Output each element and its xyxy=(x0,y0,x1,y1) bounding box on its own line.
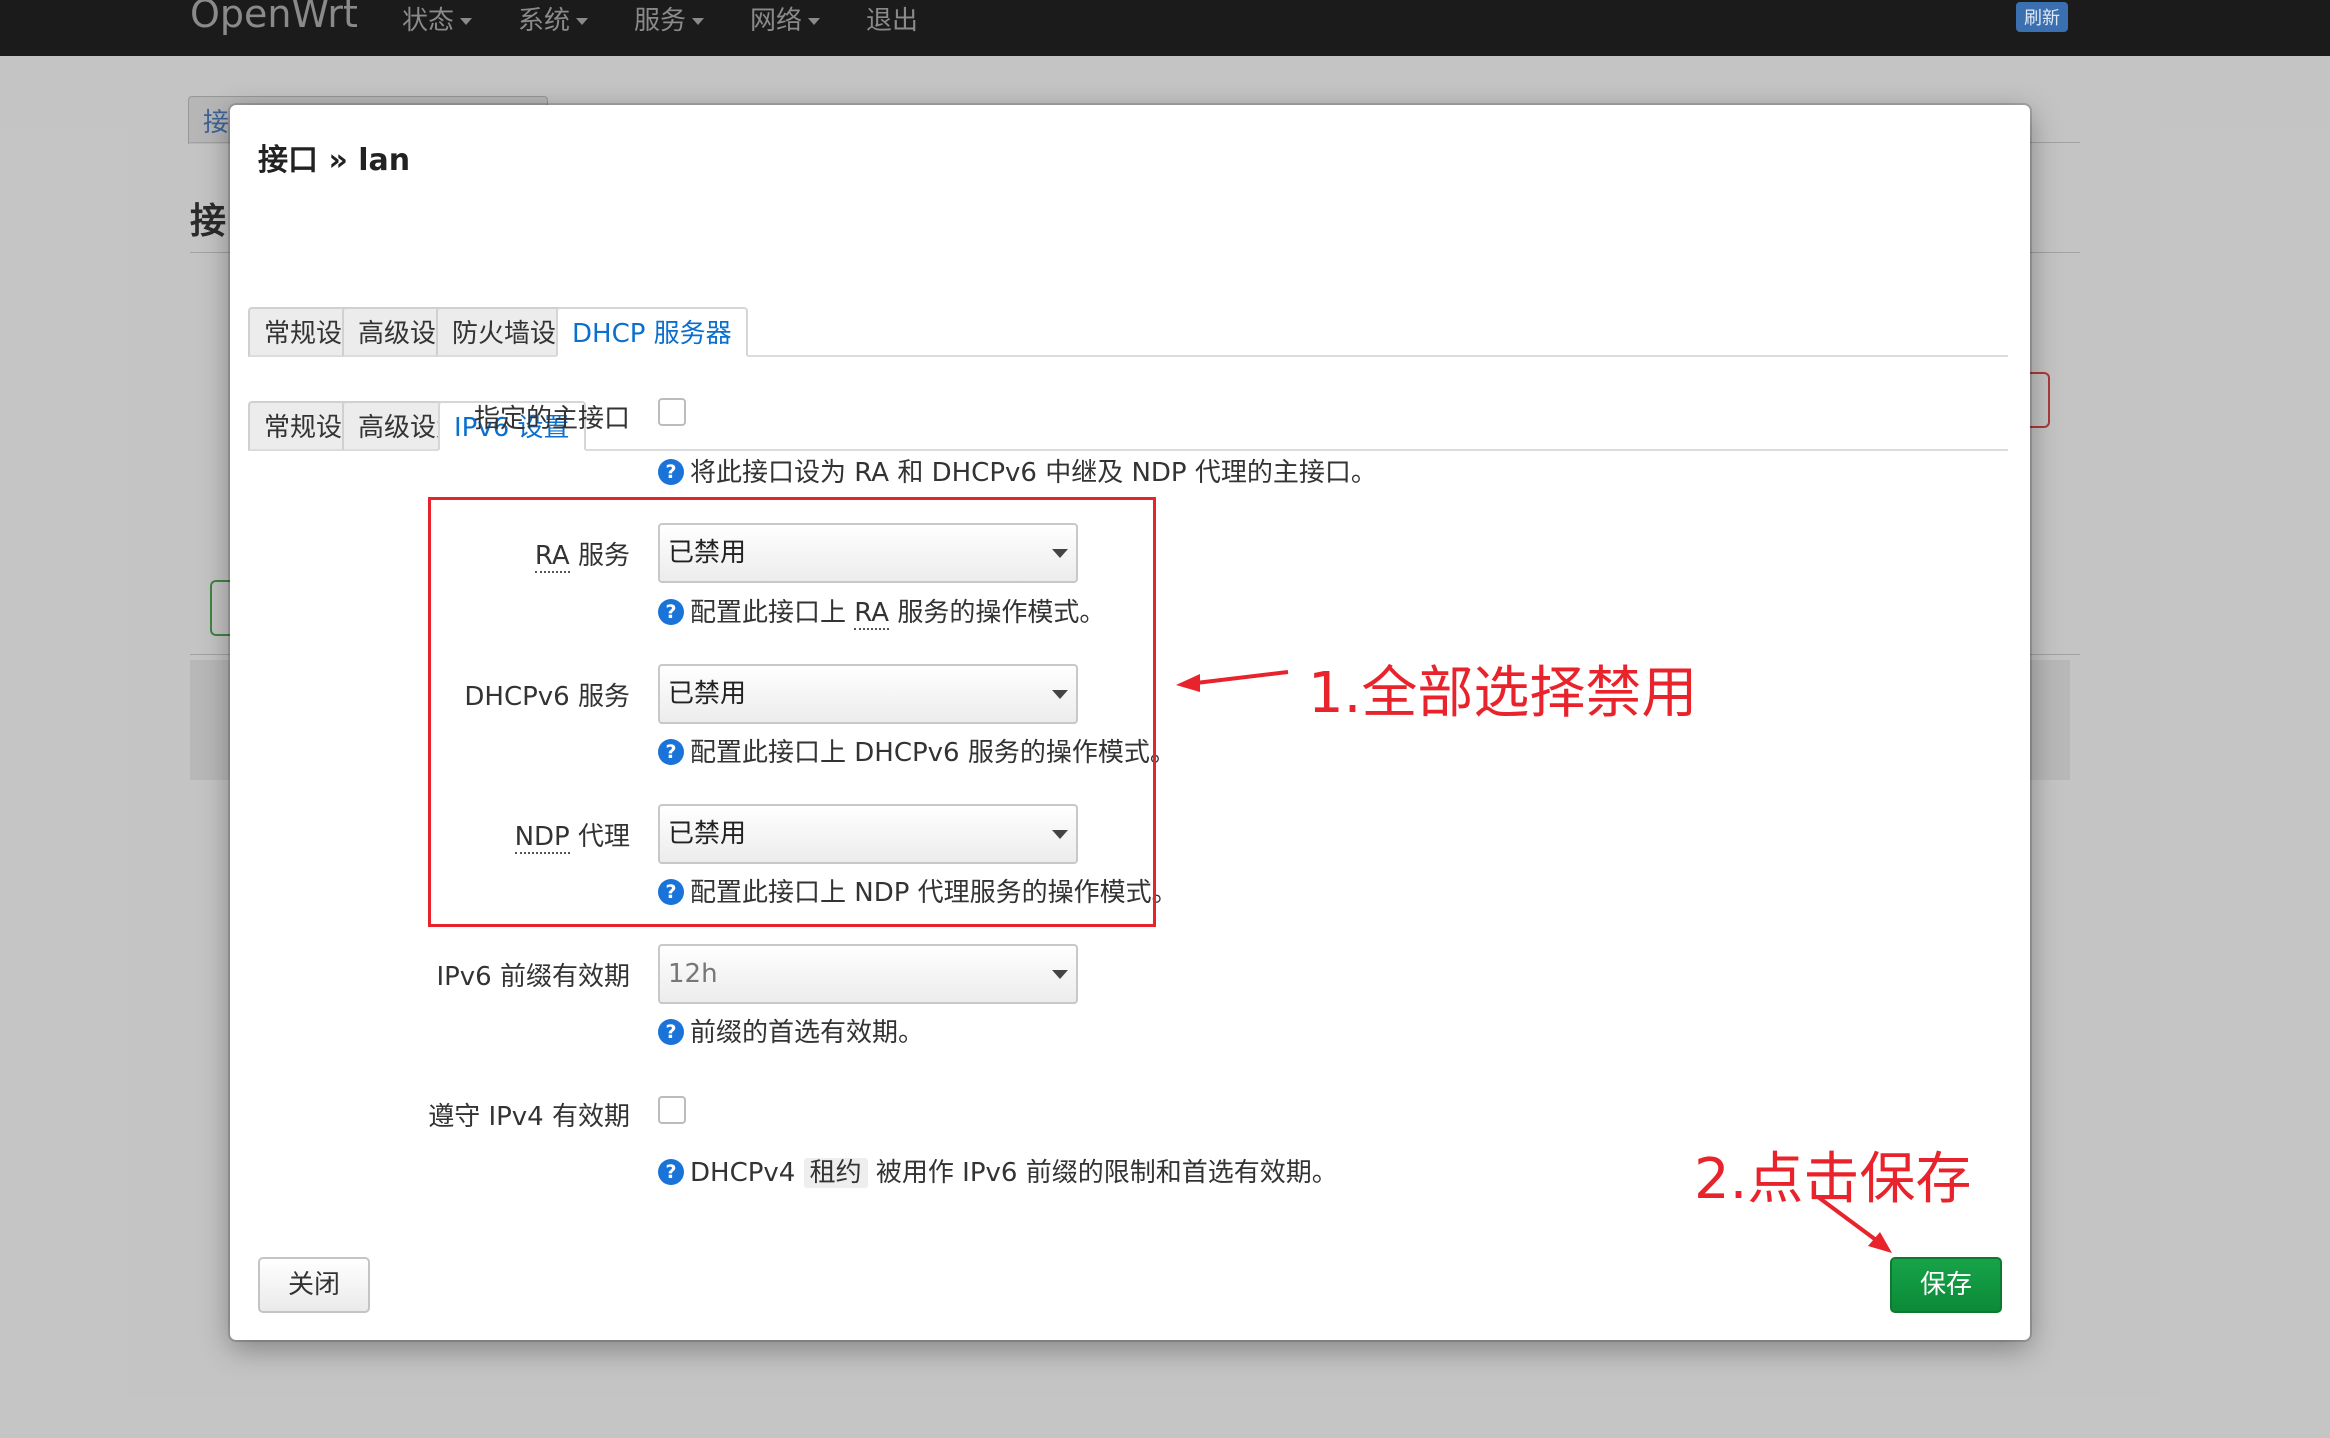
annotation-arrows xyxy=(1176,670,1892,1253)
arrowhead-icon xyxy=(1176,674,1200,692)
annotation-step1: 1.全部选择禁用 xyxy=(1308,661,1698,726)
annotation-step2: 2.点击保存 xyxy=(1694,1147,1972,1212)
arrow-to-selects xyxy=(1195,670,1289,685)
